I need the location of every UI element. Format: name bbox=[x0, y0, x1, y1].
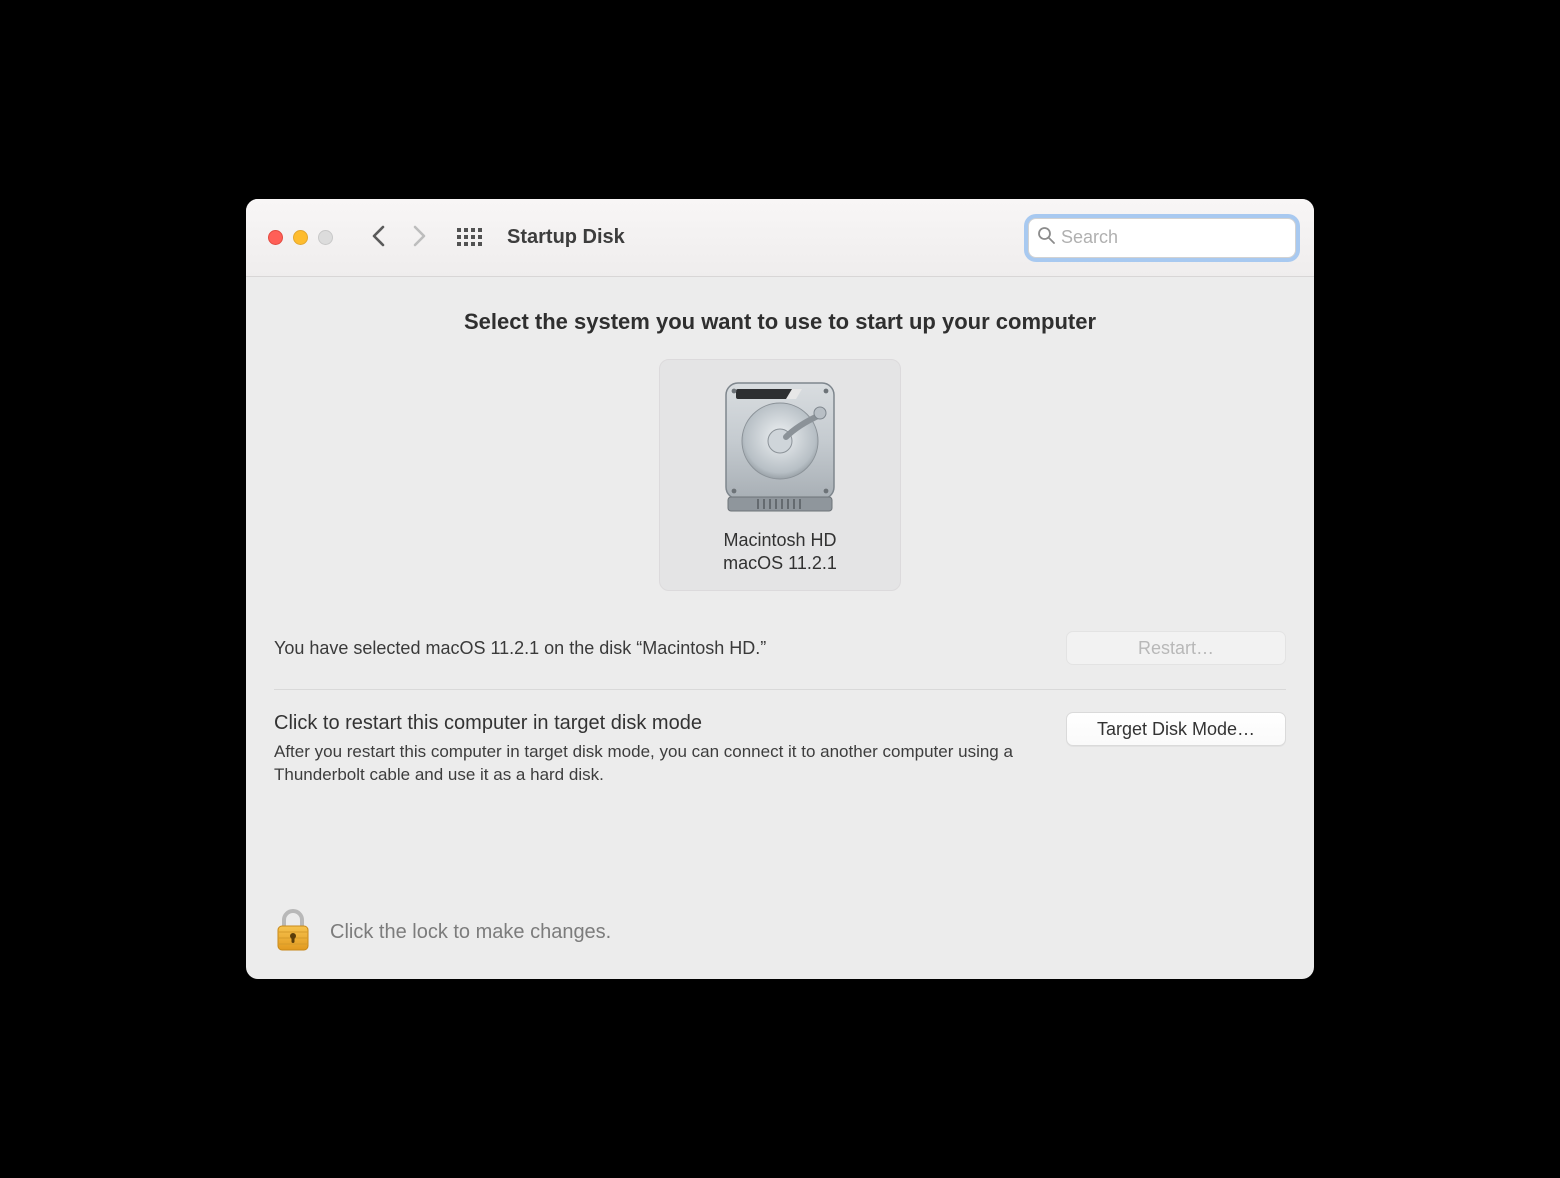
disk-os: macOS 11.2.1 bbox=[723, 553, 837, 574]
close-window-button[interactable] bbox=[268, 230, 283, 245]
tdm-text: Click to restart this computer in target… bbox=[274, 712, 1046, 787]
tdm-title: Click to restart this computer in target… bbox=[274, 712, 1046, 735]
restart-button: Restart… bbox=[1066, 631, 1286, 665]
tdm-description: After you restart this computer in targe… bbox=[274, 741, 1046, 787]
disk-name: Macintosh HD bbox=[723, 530, 836, 551]
hard-disk-icon bbox=[715, 372, 845, 522]
forward-button bbox=[413, 225, 427, 251]
lock-icon[interactable] bbox=[274, 908, 312, 957]
content-area: Select the system you want to use to sta… bbox=[246, 277, 1314, 979]
search-icon bbox=[1037, 226, 1055, 249]
zoom-window-button bbox=[318, 230, 333, 245]
selection-status: You have selected macOS 11.2.1 on the di… bbox=[274, 638, 766, 659]
minimize-window-button[interactable] bbox=[293, 230, 308, 245]
startup-disk-item[interactable]: Macintosh HD macOS 11.2.1 bbox=[659, 359, 901, 591]
target-disk-mode-section: Click to restart this computer in target… bbox=[274, 712, 1286, 787]
pane-title: Startup Disk bbox=[507, 226, 625, 249]
back-button[interactable] bbox=[371, 225, 385, 251]
prefs-window: Startup Disk Select the system you want … bbox=[246, 199, 1314, 979]
search-field[interactable] bbox=[1028, 218, 1296, 258]
search-input[interactable] bbox=[1061, 227, 1293, 248]
lock-label: Click the lock to make changes. bbox=[330, 921, 611, 944]
heading: Select the system you want to use to sta… bbox=[274, 309, 1286, 335]
nav-buttons bbox=[371, 225, 427, 251]
divider bbox=[274, 689, 1286, 690]
disk-list: Macintosh HD macOS 11.2.1 bbox=[274, 359, 1286, 591]
target-disk-mode-button[interactable]: Target Disk Mode… bbox=[1066, 712, 1286, 746]
lock-row: Click the lock to make changes. bbox=[274, 880, 1286, 961]
window-controls bbox=[268, 230, 333, 245]
status-row: You have selected macOS 11.2.1 on the di… bbox=[274, 631, 1286, 665]
toolbar: Startup Disk bbox=[246, 199, 1314, 277]
show-all-button[interactable] bbox=[457, 228, 483, 248]
